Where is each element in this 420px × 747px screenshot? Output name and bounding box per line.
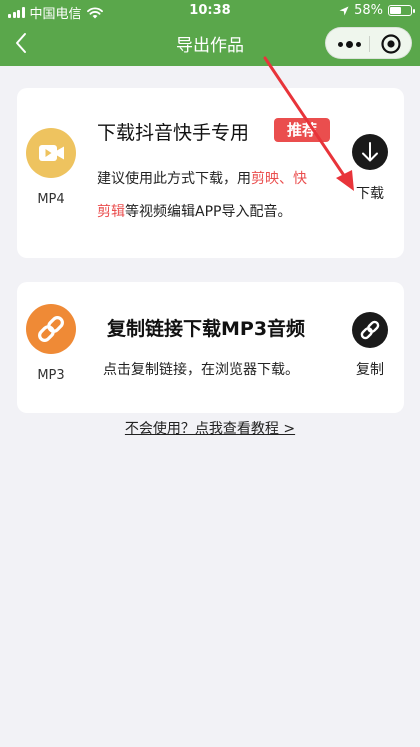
- more-options-button[interactable]: [334, 32, 364, 56]
- battery-icon: [388, 5, 415, 16]
- capsule-divider: [369, 36, 370, 52]
- tutorial-link[interactable]: 不会使用？点我查看教程 >: [0, 418, 420, 438]
- close-mini-program-button[interactable]: [377, 32, 405, 56]
- status-right: 58%: [339, 3, 415, 18]
- audio-format-badge: [26, 304, 76, 354]
- link-icon: [360, 320, 380, 340]
- app-header: 中国电信 10:38 58% 导出作品: [0, 0, 420, 66]
- mp4-download-card: MP4 下载抖音快手专用 推荐 建议使用此方式下载，用剪映、快剪辑等视频编辑AP…: [17, 88, 404, 258]
- status-bar: 中国电信 10:38 58%: [0, 0, 420, 22]
- card-description: 建议使用此方式下载，用剪映、快剪辑等视频编辑APP导入配音。: [97, 163, 342, 229]
- copy-link-button[interactable]: [352, 312, 388, 348]
- mp3-copy-card: MP3 复制链接下载MP3音频 点击复制链接，在浏览器下载。 复制: [17, 282, 404, 413]
- copy-label[interactable]: 复制: [345, 359, 395, 379]
- battery-percent: 58%: [354, 3, 383, 18]
- description-text: 建议使用此方式下载，用: [97, 171, 251, 187]
- location-arrow-icon: [339, 6, 349, 15]
- card-description: 点击复制链接，在浏览器下载。: [103, 362, 299, 378]
- link-icon: [38, 316, 64, 342]
- download-label[interactable]: 下载: [345, 183, 395, 203]
- video-camera-icon: [39, 145, 64, 161]
- battery-level-fill: [390, 7, 401, 14]
- recommended-badge: 推荐: [274, 118, 330, 142]
- app-highlight: 剪映、快: [251, 171, 307, 187]
- download-arrow-icon: [362, 142, 378, 162]
- card-title: 下载抖音快手专用: [97, 122, 250, 144]
- format-label: MP4: [37, 192, 65, 207]
- download-button[interactable]: [352, 134, 388, 170]
- app-highlight: 剪辑: [97, 204, 125, 220]
- mini-program-capsule: [325, 27, 412, 59]
- target-close-icon: [381, 34, 401, 54]
- video-format-badge: [26, 128, 76, 178]
- card-title: 复制链接下载MP3音频: [107, 318, 306, 340]
- description-text: 等视频编辑APP导入配音。: [125, 204, 292, 220]
- format-label: MP3: [37, 368, 65, 383]
